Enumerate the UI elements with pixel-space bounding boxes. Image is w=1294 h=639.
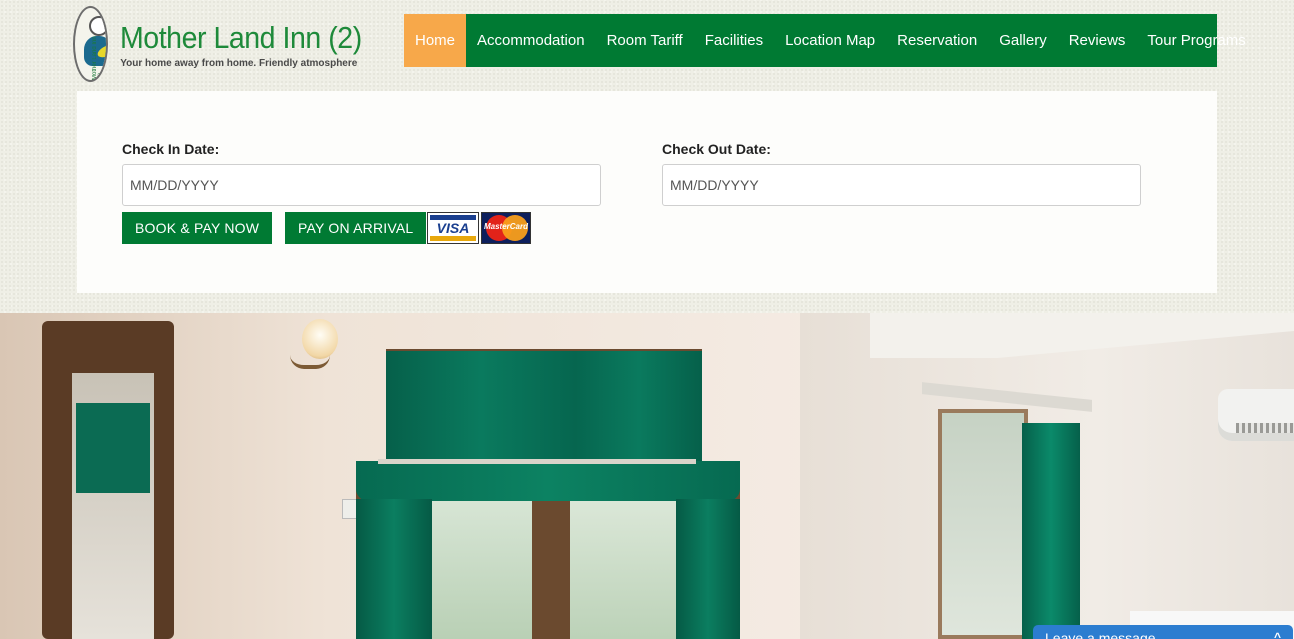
logo-ring-text: Mother Land Inn (2) <box>92 36 105 80</box>
hero-room-image <box>0 313 1294 639</box>
site-tagline: Your home away from home. Friendly atmos… <box>120 57 358 69</box>
nav-item-room-tariff[interactable]: Room Tariff <box>596 14 694 67</box>
booking-panel: Check In Date: Check Out Date: BOOK & PA… <box>77 91 1217 293</box>
main-nav: Home Accommodation Room Tariff Facilitie… <box>404 14 1246 67</box>
chevron-up-icon: ^ <box>1273 630 1281 639</box>
mastercard-logo-text: MasterCard <box>483 222 528 231</box>
site-title: Mother Land Inn (2) <box>120 19 362 55</box>
check-out-date-input[interactable] <box>662 164 1141 206</box>
nav-item-accommodation[interactable]: Accommodation <box>466 14 596 67</box>
green-curtains <box>386 351 702 469</box>
site-logo[interactable]: Mother Land Inn (2) Mother Land Inn (2) … <box>73 5 383 83</box>
nav-item-location-map[interactable]: Location Map <box>774 14 886 67</box>
check-in-date-input[interactable] <box>122 164 601 206</box>
pay-on-arrival-button[interactable]: PAY ON ARRIVAL <box>285 212 427 244</box>
chat-label: Leave a message <box>1045 630 1156 639</box>
leave-message-chat-tab[interactable]: Leave a message ^ <box>1033 625 1293 639</box>
check-out-label: Check Out Date: <box>662 141 771 157</box>
nav-item-reviews[interactable]: Reviews <box>1058 14 1137 67</box>
nav-item-facilities[interactable]: Facilities <box>694 14 774 67</box>
nav-item-gallery[interactable]: Gallery <box>988 14 1058 67</box>
check-in-label: Check In Date: <box>122 141 220 157</box>
logo-emblem-icon: Mother Land Inn (2) <box>73 6 109 82</box>
wall-lamp <box>302 319 338 359</box>
nav-item-tour-programs[interactable]: Tour Programs <box>1136 14 1256 67</box>
book-pay-now-button[interactable]: BOOK & PAY NOW <box>122 212 273 244</box>
nav-item-home[interactable]: Home <box>404 14 467 67</box>
visa-logo-text: VISA <box>436 220 470 236</box>
mastercard-icon: MasterCard <box>481 212 531 244</box>
air-conditioner <box>1218 389 1294 441</box>
nav-item-reservation[interactable]: Reservation <box>886 14 988 67</box>
visa-card-icon: VISA <box>427 212 479 244</box>
